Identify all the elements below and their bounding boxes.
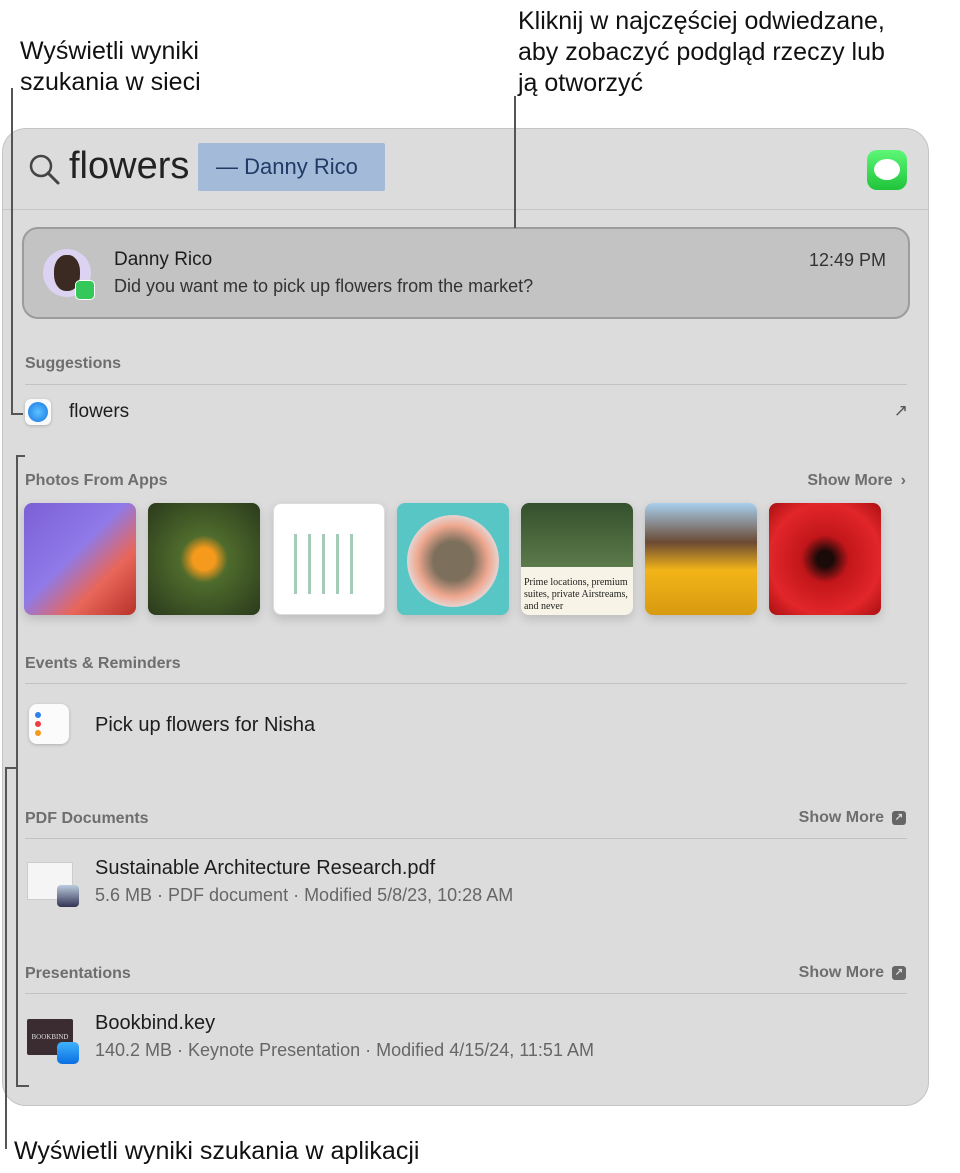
divider — [25, 838, 907, 839]
photo-thumbnail[interactable] — [24, 503, 136, 615]
file-title: Bookbind.key — [95, 1012, 216, 1034]
message-preview: Did you want me to pick up flowers from … — [114, 276, 534, 296]
reminders-icon — [29, 704, 69, 744]
section-header-photos: Photos From Apps — [25, 472, 168, 489]
leader-line — [11, 88, 13, 414]
divider — [25, 384, 907, 385]
messages-icon[interactable] — [867, 150, 907, 190]
messages-badge-icon — [75, 280, 95, 300]
section-header-presentations: Presentations — [25, 965, 131, 982]
thumbnail-text: Prime locations, premium suites, private… — [524, 577, 628, 612]
callout-line: aby zobaczyć podgląd rzeczy lub — [518, 38, 885, 66]
top-hit-row[interactable]: Danny Rico 12:49 PM Did you want me to p… — [22, 227, 910, 319]
leader-line — [5, 767, 17, 769]
callout-line: Kliknij w najczęściej odwiedzane, — [518, 7, 885, 35]
section-header-events: Events & Reminders — [25, 655, 181, 672]
bracket — [16, 1085, 29, 1087]
open-in-app-icon: ↗ — [892, 966, 906, 980]
safari-icon — [25, 399, 51, 425]
show-more-label: Show More — [798, 809, 884, 826]
section-header-pdf: PDF Documents — [25, 810, 149, 827]
file-meta: 140.2 MB · Keynote Presentation · Modifi… — [95, 1040, 594, 1060]
divider — [3, 209, 928, 210]
photo-thumbnail[interactable] — [148, 503, 260, 615]
event-title: Pick up flowers for Nisha — [95, 714, 316, 736]
search-icon — [29, 154, 60, 185]
leader-line — [514, 96, 516, 228]
spotlight-panel: flowers — Danny Rico Danny Rico 12:49 PM… — [2, 128, 929, 1106]
file-meta: 5.6 MB · PDF document · Modified 5/8/23,… — [95, 885, 514, 905]
photo-thumbnail[interactable] — [645, 503, 757, 615]
message-time: 12:49 PM — [808, 250, 886, 270]
photo-thumbnail[interactable] — [273, 503, 385, 615]
callout-app-results: Wyświetli wyniki szukania w aplikacji — [14, 1137, 420, 1165]
divider — [25, 683, 907, 684]
file-title: Sustainable Architecture Research.pdf — [95, 857, 436, 879]
leader-line — [5, 767, 7, 1149]
show-more-photos[interactable]: Show More › — [807, 472, 906, 490]
search-input[interactable]: flowers — [69, 145, 189, 188]
presentation-item[interactable]: BOOKBIND Bookbind.key 140.2 MB · Keynote… — [3, 1002, 928, 1072]
avatar — [43, 249, 95, 300]
divider — [25, 993, 907, 994]
search-completion: — Danny Rico — [198, 143, 385, 191]
photo-thumbnail[interactable] — [397, 503, 509, 615]
callout-web-results: Wyświetli wyniki szukania w sieci — [20, 36, 201, 98]
leader-line — [11, 413, 23, 415]
bracket — [16, 455, 25, 457]
open-in-app-icon: ↗ — [892, 811, 906, 825]
preview-badge-icon — [57, 885, 79, 907]
suggestion-item[interactable]: flowers ↗ — [3, 393, 928, 433]
pdf-item[interactable]: Sustainable Architecture Research.pdf 5.… — [3, 847, 928, 917]
callout-line: szukania w sieci — [20, 68, 201, 96]
callout-top-hit: Kliknij w najczęściej odwiedzane, aby zo… — [518, 6, 885, 99]
show-more-presentations[interactable]: Show More ↗ — [799, 964, 906, 982]
contact-name: Danny Rico — [114, 249, 213, 270]
section-header-suggestions: Suggestions — [25, 355, 122, 372]
show-more-label: Show More — [807, 472, 893, 489]
keynote-icon — [57, 1042, 79, 1064]
photo-thumbnail[interactable]: Prime locations, premium suites, private… — [521, 503, 633, 615]
show-more-pdf[interactable]: Show More ↗ — [799, 809, 906, 827]
callout-line: Wyświetli wyniki — [20, 37, 199, 65]
suggestion-label: flowers — [69, 401, 130, 422]
show-more-label: Show More — [798, 964, 884, 981]
event-item[interactable]: Pick up flowers for Nisha — [3, 694, 928, 760]
photo-thumbnail[interactable] — [769, 503, 881, 615]
callout-line: ją otworzyć — [518, 69, 644, 97]
chevron-right-icon: › — [900, 472, 906, 489]
open-arrow-icon: ↗ — [893, 401, 908, 420]
bracket — [16, 455, 18, 1085]
